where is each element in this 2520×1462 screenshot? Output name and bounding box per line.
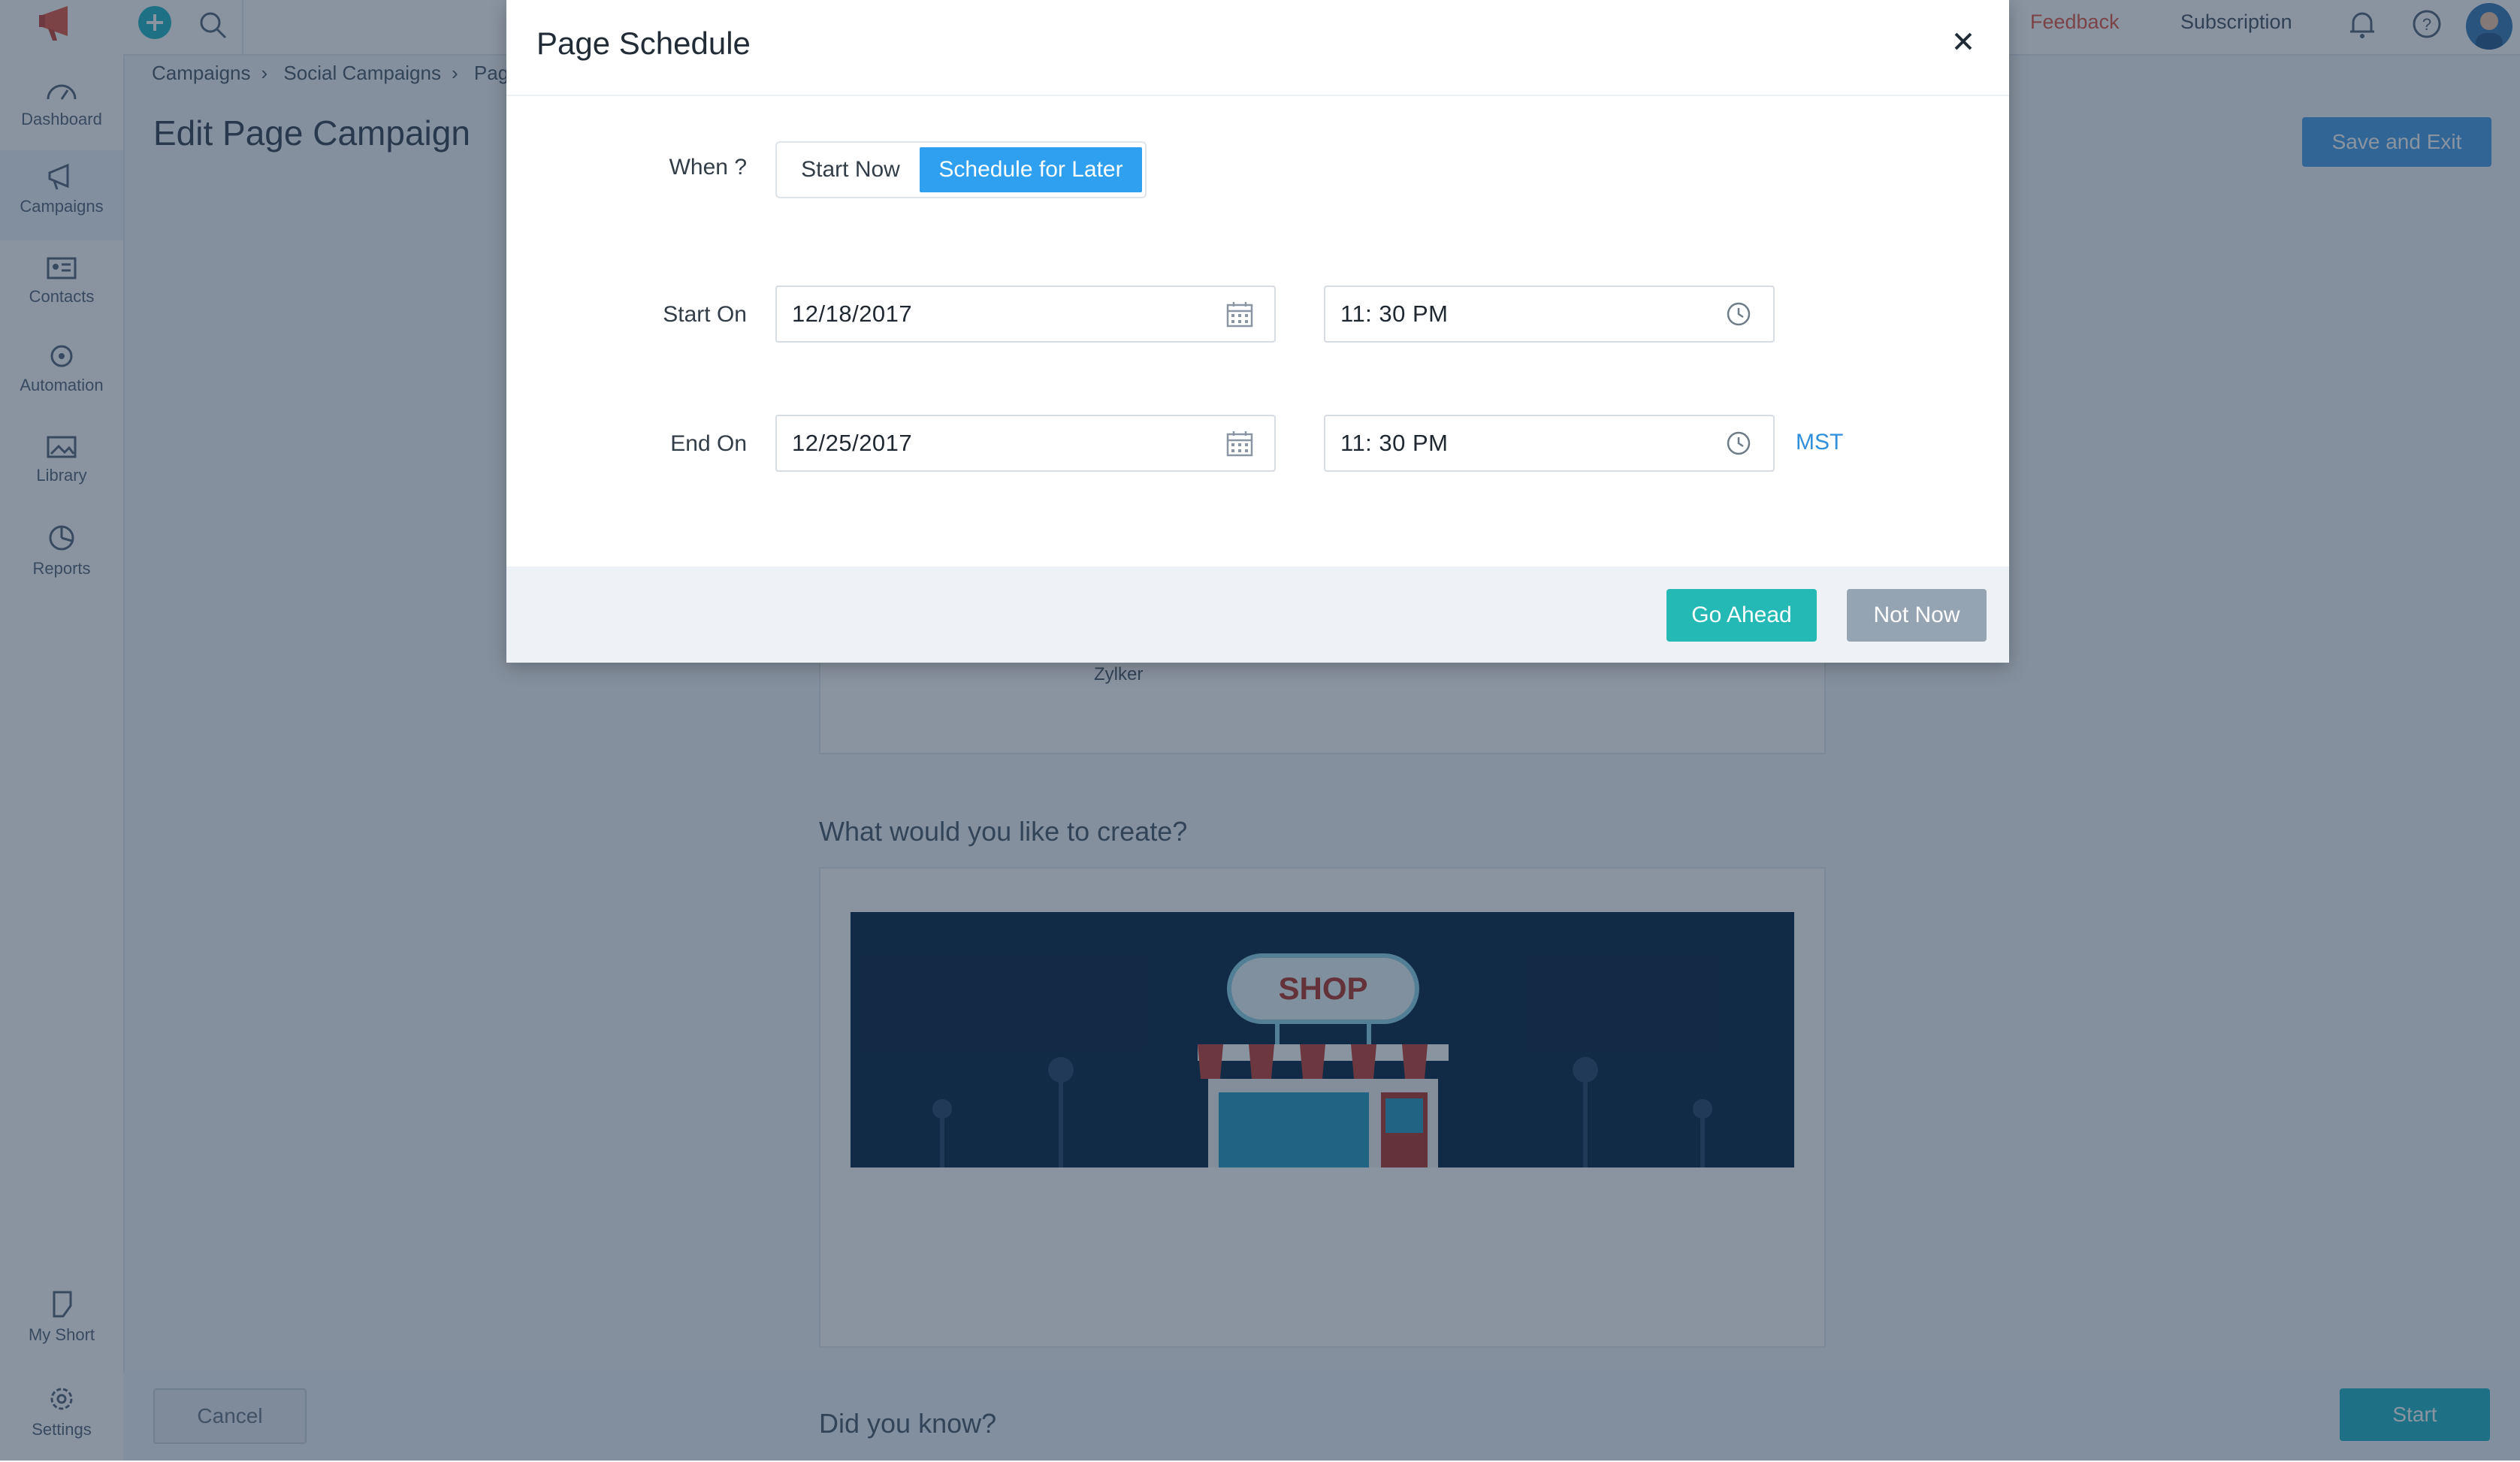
calendar-icon[interactable] — [1225, 428, 1255, 458]
page-schedule-dialog: Page Schedule When ? Start Now Schedule … — [506, 0, 2009, 663]
start-time-value: 11: 30 PM — [1340, 301, 1449, 327]
calendar-icon[interactable] — [1225, 299, 1255, 329]
start-time-field[interactable]: 11: 30 PM — [1324, 285, 1775, 343]
clock-icon[interactable] — [1724, 428, 1754, 458]
go-ahead-button[interactable]: Go Ahead — [1666, 589, 1817, 642]
end-date-field[interactable]: 12/25/2017 — [775, 415, 1276, 472]
end-date-value: 12/25/2017 — [792, 430, 913, 456]
end-time-field[interactable]: 11: 30 PM — [1324, 415, 1775, 472]
start-date-value: 12/18/2017 — [792, 301, 913, 327]
schedule-later-option[interactable]: Schedule for Later — [920, 147, 1142, 192]
dialog-header: Page Schedule — [506, 0, 2009, 96]
start-now-option[interactable]: Start Now — [781, 147, 920, 192]
start-date-field[interactable]: 12/18/2017 — [775, 285, 1276, 343]
dialog-footer: Go Ahead Not Now — [506, 566, 2009, 663]
end-time-value: 11: 30 PM — [1340, 430, 1449, 456]
not-now-button[interactable]: Not Now — [1847, 589, 1987, 642]
start-on-label: Start On — [663, 302, 747, 327]
end-on-label: End On — [670, 431, 747, 456]
clock-icon[interactable] — [1724, 299, 1754, 329]
schedule-toggle: Start Now Schedule for Later — [775, 141, 1147, 198]
when-label: When ? — [669, 155, 747, 180]
close-icon[interactable] — [1944, 23, 1982, 60]
timezone-link[interactable]: MST — [1796, 430, 1843, 455]
dialog-title: Page Schedule — [536, 26, 751, 61]
